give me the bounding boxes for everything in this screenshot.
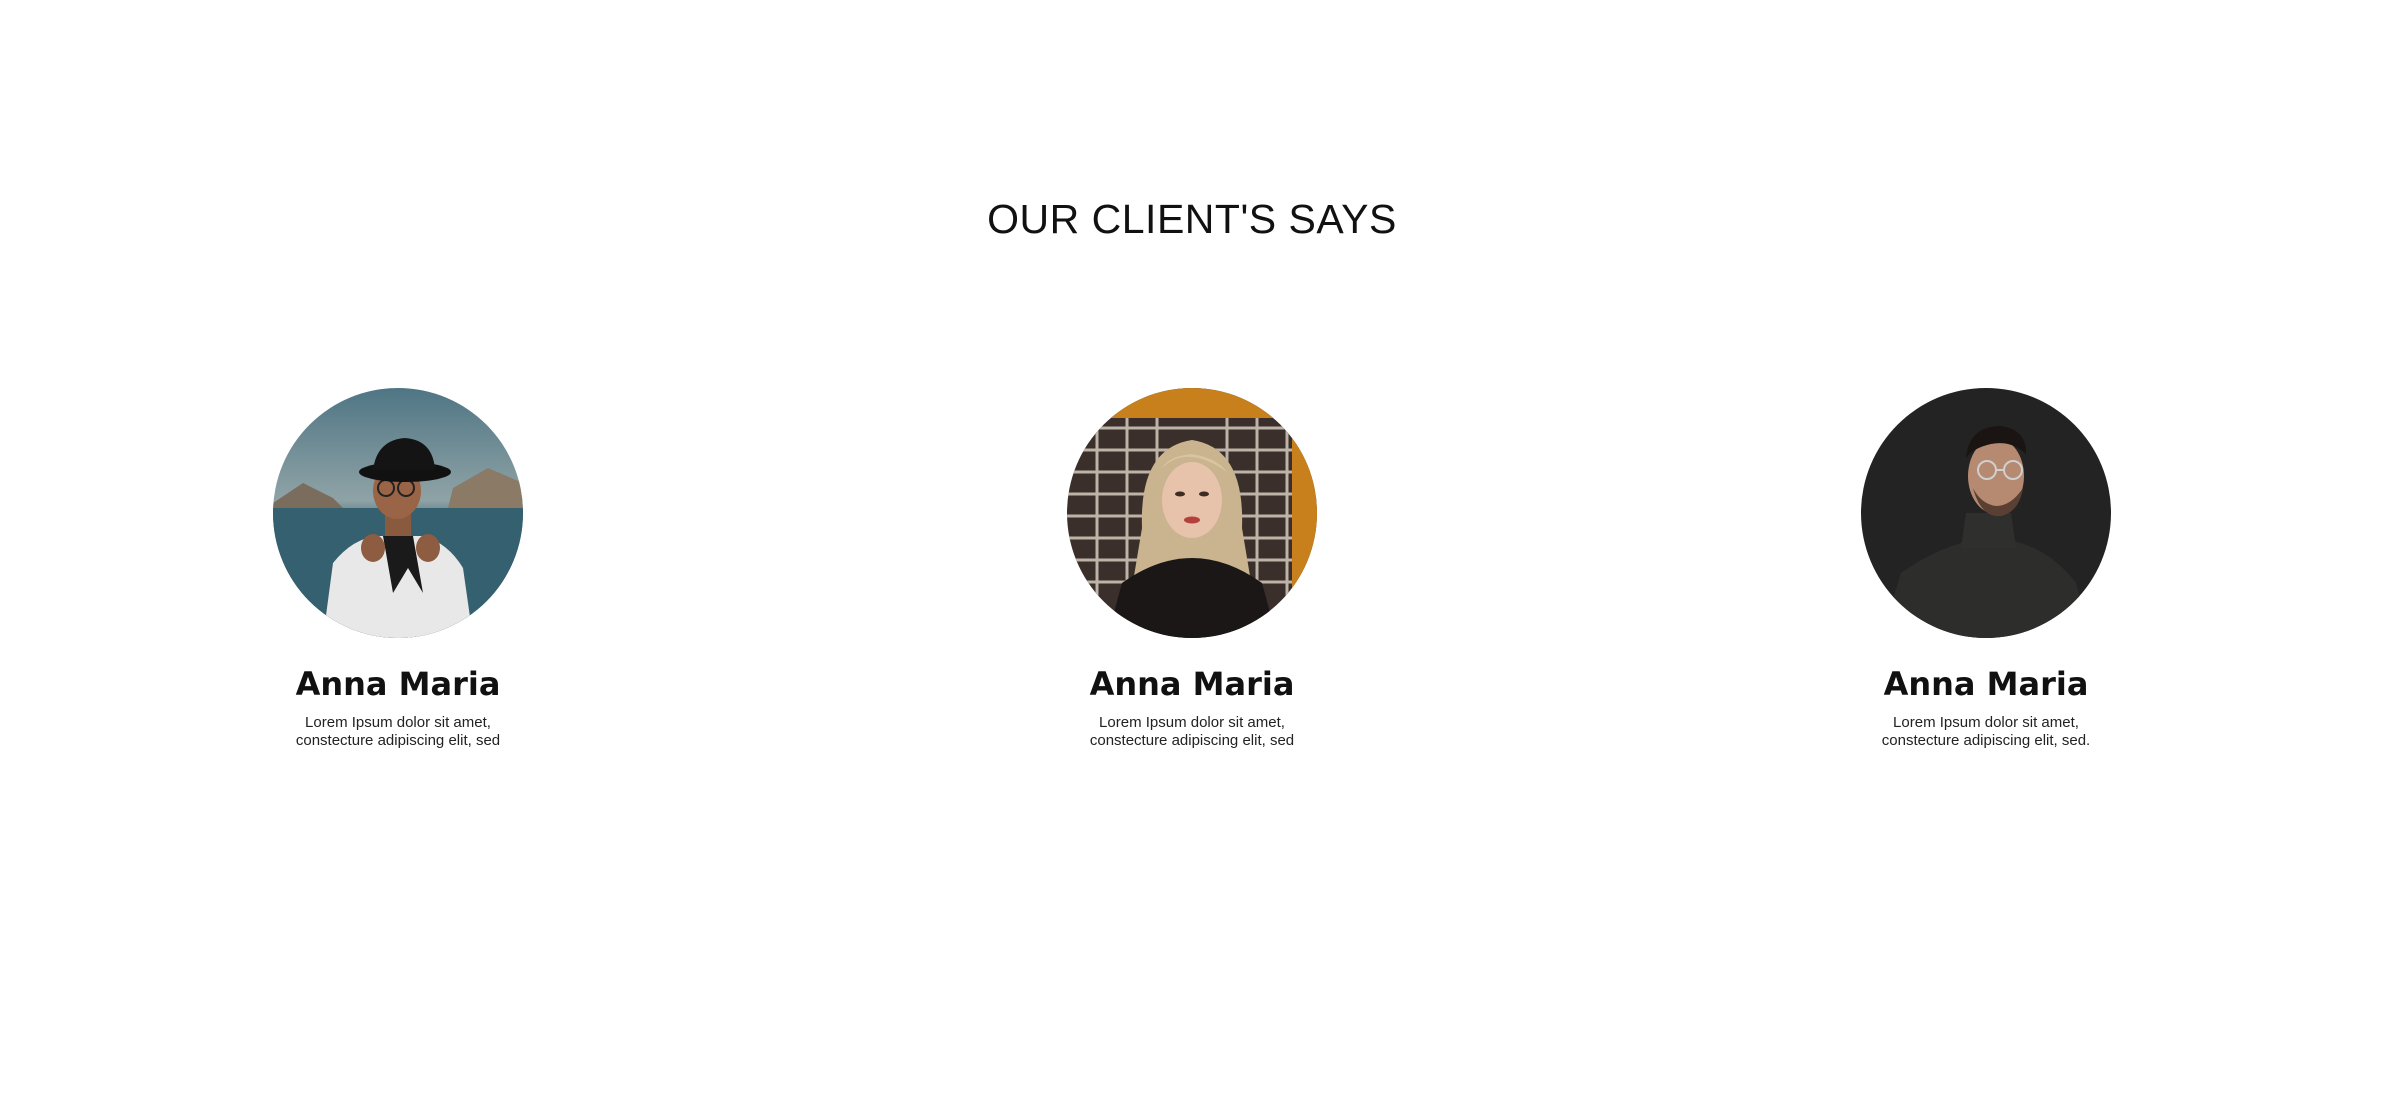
client-avatar <box>1861 388 2111 638</box>
client-quote: Lorem Ipsum dolor sit amet, constecture … <box>295 714 501 749</box>
client-quote: Lorem Ipsum dolor sit amet, constecture … <box>1881 714 2091 749</box>
testimonial-card: Anna Maria Lorem Ipsum dolor sit amet, c… <box>982 388 1402 750</box>
client-name: Anna Maria <box>295 665 501 703</box>
client-quote: Lorem Ipsum dolor sit amet, constecture … <box>1089 714 1295 749</box>
testimonial-card: Anna Maria Lorem Ipsum dolor sit amet, c… <box>188 388 608 750</box>
client-name: Anna Maria <box>1089 665 1295 703</box>
blonde-woman-photo <box>1067 388 1317 638</box>
man-with-glasses-photo <box>1861 388 2111 638</box>
testimonial-card: Anna Maria Lorem Ipsum dolor sit amet, c… <box>1776 388 2196 750</box>
section-title: OUR CLIENT'S SAYS <box>987 196 1397 242</box>
client-avatar <box>273 388 523 638</box>
woman-in-hat-photo <box>273 388 523 638</box>
client-name: Anna Maria <box>1883 665 2089 703</box>
client-avatar <box>1067 388 1317 638</box>
